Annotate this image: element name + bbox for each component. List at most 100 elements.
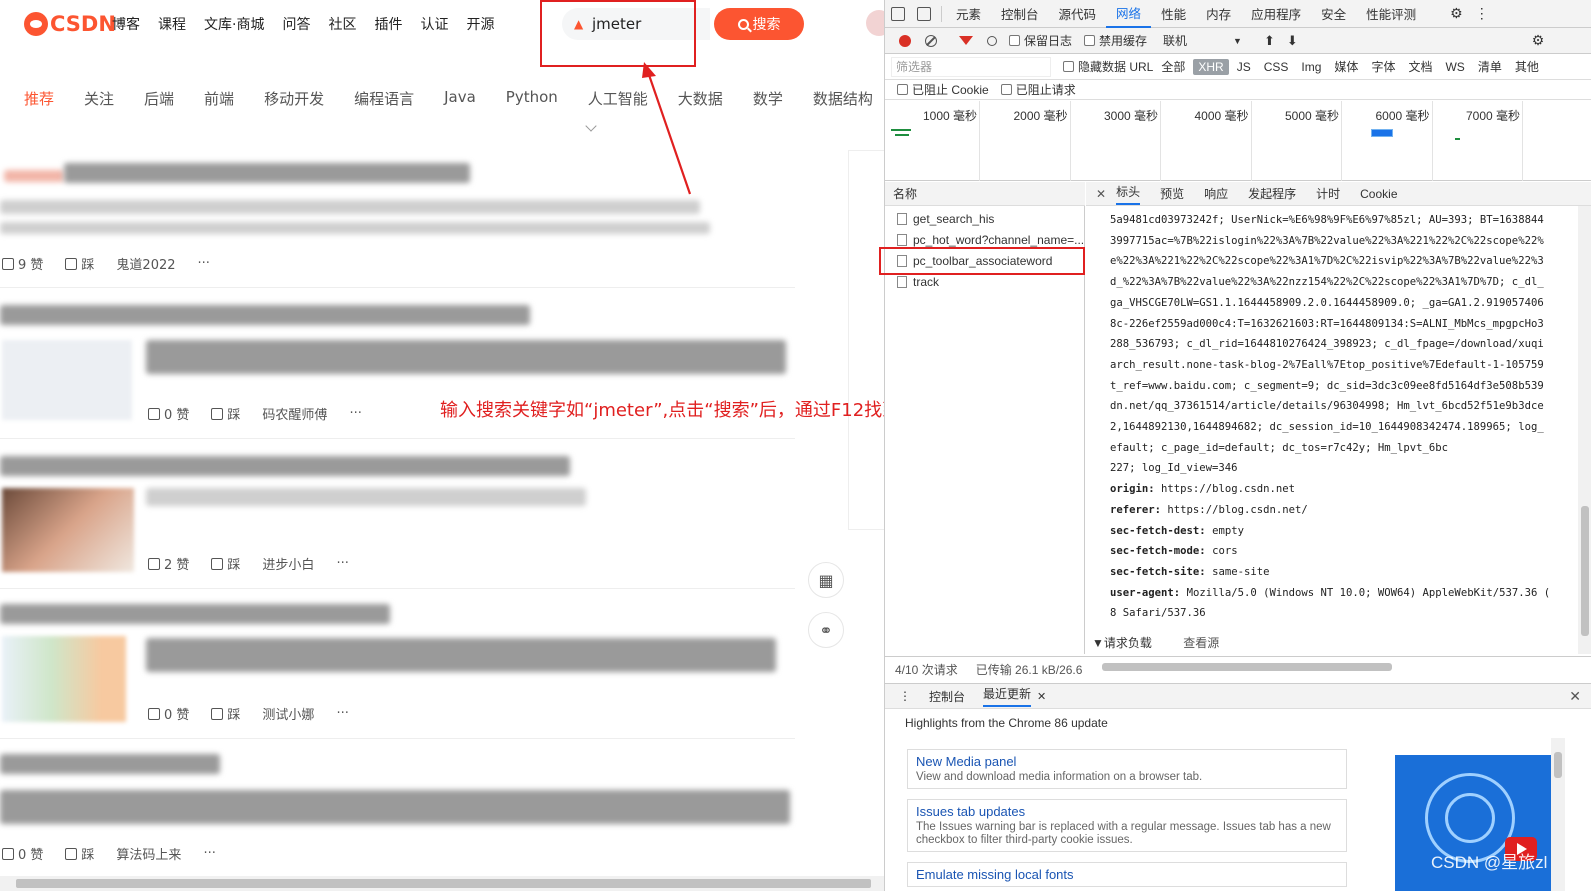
category-tab[interactable]: Java (444, 88, 476, 109)
view-source-link[interactable]: 查看源 (1183, 636, 1219, 650)
close-icon[interactable]: ✕ (1096, 187, 1106, 201)
detail-tab[interactable]: 响应 (1204, 185, 1228, 202)
blocked-requests-checkbox[interactable] (1000, 84, 1012, 95)
request-row[interactable]: get_search_his (885, 208, 1085, 229)
top-nav-item[interactable]: 插件 (374, 14, 402, 34)
filter-type-chip[interactable]: Img (1296, 59, 1326, 75)
whats-new-title[interactable]: Issues tab updates (916, 804, 1338, 819)
devtools-tab[interactable]: 性能评测 (1356, 0, 1426, 28)
throttling-select[interactable]: 联机 (1163, 32, 1233, 49)
filter-type-chip[interactable]: CSS (1259, 59, 1294, 75)
settings-gear-icon[interactable]: ⚙ (1532, 32, 1545, 49)
more-options-icon[interactable]: ⋮ (1475, 5, 1489, 22)
category-tab[interactable]: 人工智能 (588, 88, 648, 109)
detail-tab[interactable]: 发起程序 (1248, 185, 1296, 202)
filter-type-chip[interactable]: 文档 (1403, 57, 1437, 76)
category-tab[interactable]: 后端 (144, 88, 174, 109)
scrollbar-thumb[interactable] (1554, 752, 1562, 778)
devtools-tab[interactable]: 应用程序 (1241, 0, 1311, 28)
top-nav-item[interactable]: 开源 (466, 14, 494, 34)
like-button[interactable]: 9 赞 (2, 254, 43, 273)
chevron-down-icon[interactable] (585, 120, 597, 132)
search-icon[interactable] (987, 35, 997, 46)
devtools-tab[interactable]: 控制台 (991, 0, 1049, 28)
article-thumbnail[interactable] (2, 488, 134, 572)
dislike-button[interactable]: 踩 (65, 844, 94, 863)
category-tab[interactable]: Python (506, 88, 558, 109)
csdn-logo[interactable]: CSDN (24, 12, 116, 36)
article-thumbnail[interactable] (2, 340, 132, 420)
more-button[interactable]: ··· (349, 406, 361, 421)
top-nav-item[interactable]: 课程 (158, 14, 186, 34)
category-tab[interactable]: 编程语言 (354, 88, 414, 109)
horizontal-scrollbar[interactable] (0, 876, 884, 891)
filter-type-chip[interactable]: XHR (1193, 58, 1229, 75)
filter-all[interactable]: 全部 (1156, 57, 1190, 76)
export-har-icon[interactable]: ⬇ (1287, 33, 1298, 49)
devtools-tab[interactable]: 元素 (946, 0, 991, 28)
whats-new-card[interactable]: New Media panel View and download media i… (907, 749, 1347, 789)
top-nav-item[interactable]: 文库·商城 (204, 14, 264, 34)
top-nav-item[interactable]: 社区 (328, 14, 356, 34)
like-button[interactable]: 0 赞 (2, 844, 43, 863)
category-tab[interactable]: 前端 (204, 88, 234, 109)
devtools-tab[interactable]: 网络 (1106, 0, 1152, 28)
disable-cache-checkbox[interactable] (1084, 35, 1096, 46)
detail-tab[interactable]: 预览 (1160, 185, 1184, 202)
dislike-button[interactable]: 踩 (211, 554, 240, 573)
blocked-cookies-checkbox[interactable] (897, 84, 908, 95)
like-button[interactable]: 0 赞 (148, 704, 189, 723)
filter-input[interactable]: 筛选器 (891, 56, 1051, 77)
filter-type-chip[interactable]: 其他 (1510, 57, 1544, 76)
author-link[interactable]: 码农醒师傅 (262, 404, 327, 423)
like-button[interactable]: 2 赞 (148, 554, 189, 573)
settings-gear-icon[interactable]: ⚙ (1450, 5, 1463, 22)
horizontal-scrollbar[interactable] (1090, 661, 1560, 673)
inspect-element-icon[interactable] (891, 6, 905, 21)
whats-new-card[interactable]: Emulate missing local fonts (907, 862, 1347, 887)
filter-type-chip[interactable]: JS (1232, 59, 1256, 75)
scrollbar-thumb[interactable] (1581, 506, 1589, 636)
close-drawer-icon[interactable]: ✕ (1569, 688, 1581, 705)
filter-type-chip[interactable]: 媒体 (1329, 57, 1363, 76)
author-link[interactable]: 算法码上来 (116, 844, 181, 863)
filter-icon[interactable] (959, 36, 973, 45)
whats-new-title[interactable]: Emulate missing local fonts (916, 867, 1338, 882)
detail-tab[interactable]: 计时 (1316, 185, 1340, 202)
hide-data-urls-checkbox[interactable] (1063, 61, 1074, 72)
more-button[interactable]: ··· (336, 706, 348, 721)
filter-type-chip[interactable]: 字体 (1366, 57, 1400, 76)
whats-new-card[interactable]: Issues tab updates The Issues warning bar… (907, 799, 1347, 852)
device-toolbar-icon[interactable] (917, 6, 931, 21)
top-nav-item[interactable]: 博客 (112, 14, 140, 34)
headset-icon[interactable]: ⚭ (808, 612, 844, 648)
qr-code-icon[interactable]: ▦ (808, 562, 844, 598)
record-icon[interactable] (899, 34, 911, 47)
vertical-scrollbar[interactable] (1551, 738, 1565, 891)
devtools-tab[interactable]: 安全 (1311, 0, 1356, 28)
article-thumbnail[interactable] (2, 636, 126, 722)
dislike-button[interactable]: 踩 (65, 254, 94, 273)
preserve-log-checkbox[interactable] (1009, 35, 1020, 46)
top-nav-item[interactable]: 认证 (420, 14, 448, 34)
drawer-menu-icon[interactable]: ⋮ (899, 689, 911, 703)
scrollbar-thumb[interactable] (1102, 663, 1392, 671)
avatar[interactable] (866, 10, 884, 36)
network-timeline[interactable]: 1000 毫秒 2000 毫秒 3000 毫秒 4000 毫秒 5000 毫秒 6000 … (885, 101, 1591, 181)
category-tab[interactable]: 数据结构 (813, 88, 873, 109)
more-button[interactable]: ··· (336, 556, 348, 571)
filter-type-chip[interactable]: WS (1440, 59, 1469, 75)
scrollbar-thumb[interactable] (16, 879, 871, 888)
drawer-tab[interactable]: 最近更新 (983, 685, 1032, 707)
drawer-tab[interactable]: 控制台 (929, 688, 965, 705)
import-har-icon[interactable]: ⬆ (1264, 33, 1275, 49)
category-tab[interactable]: 推荐 (24, 88, 54, 109)
whats-new-title[interactable]: New Media panel (916, 754, 1338, 769)
top-nav-item[interactable]: 问答 (282, 14, 310, 34)
category-tab[interactable]: 移动开发 (264, 88, 324, 109)
author-link[interactable]: 测试小娜 (262, 704, 314, 723)
more-button[interactable]: ··· (198, 256, 210, 271)
filter-type-chip[interactable]: 清单 (1473, 57, 1507, 76)
dislike-button[interactable]: 踩 (211, 404, 240, 423)
category-tab[interactable]: 关注 (84, 88, 114, 109)
